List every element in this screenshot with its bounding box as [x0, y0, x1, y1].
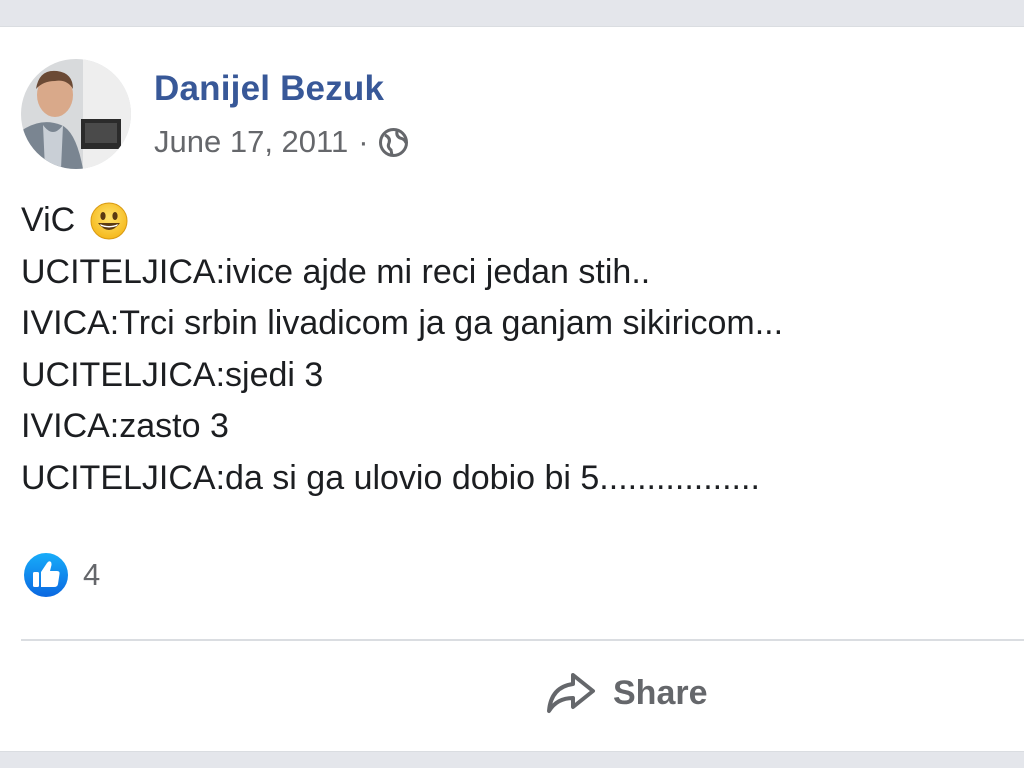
share-label: Share — [613, 673, 708, 712]
post-date[interactable]: June 17, 2011 — [154, 124, 348, 160]
post-line: IVICA:Trci srbin livadicom ja ga ganjam … — [21, 304, 784, 342]
globe-icon[interactable] — [377, 126, 410, 159]
post-line-text: ViC — [21, 201, 76, 239]
like-count: 4 — [83, 557, 101, 592]
post-meta: June 17, 2011 · — [154, 124, 410, 160]
author-avatar[interactable] — [21, 59, 131, 169]
post-line: IVICA:zasto 3 — [21, 407, 229, 445]
share-arrow-icon — [543, 669, 597, 717]
post-card: Danijel Bezuk June 17, 2011 · ViC UCITEL… — [0, 26, 1024, 752]
avatar-photo — [21, 59, 131, 169]
post-body: ViC UCITELJICA:ivice ajde mi reci jedan … — [21, 195, 783, 504]
post-line: UCITELJICA:ivice ajde mi reci jedan stih… — [21, 252, 651, 291]
post-line: UCITELJICA:da si ga ulovio dobio bi 5...… — [21, 458, 760, 497]
reactions-summary[interactable]: 4 — [21, 550, 100, 600]
meta-separator: · — [358, 124, 369, 159]
like-icon — [21, 550, 71, 600]
actions-divider — [21, 639, 1024, 641]
post-line: ViC — [21, 195, 783, 247]
post-line: UCITELJICA:sjedi 3 — [21, 355, 324, 394]
grinning-face-emoji-icon — [89, 201, 129, 241]
author-name[interactable]: Danijel Bezuk — [154, 69, 384, 109]
share-button[interactable]: Share — [543, 669, 708, 717]
